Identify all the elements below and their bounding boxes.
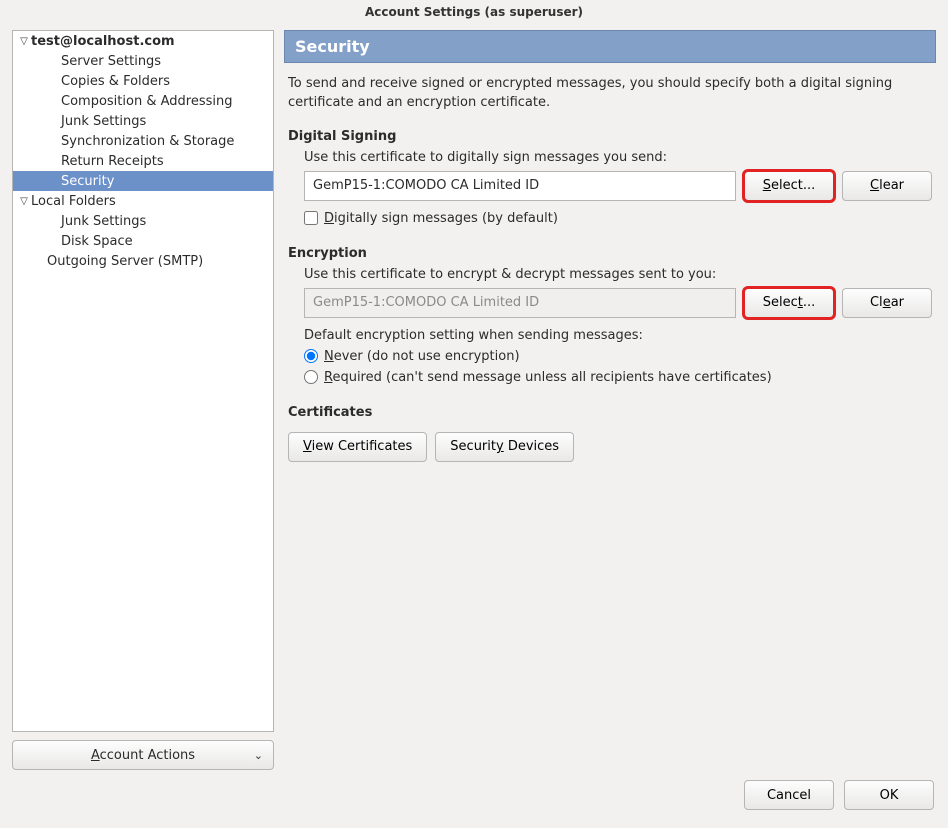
intro-text: To send and receive signed or encrypted … (288, 75, 932, 113)
tree-label: Return Receipts (61, 154, 164, 169)
tree-label: Copies & Folders (61, 74, 170, 89)
tree-label: Outgoing Server (SMTP) (47, 254, 203, 269)
dialog-footer: Cancel OK (0, 774, 948, 828)
tree-row[interactable]: Server Settings (13, 51, 273, 71)
signing-desc: Use this certificate to digitally sign m… (304, 150, 932, 165)
tree-row[interactable]: Junk Settings (13, 211, 273, 231)
encrypt-never-row[interactable]: Never (do not use encryption) (304, 349, 932, 364)
encryption-desc: Use this certificate to encrypt & decryp… (304, 267, 932, 282)
tree-row[interactable]: Outgoing Server (SMTP) (13, 251, 273, 271)
sidebar: ▽test@localhost.comServer SettingsCopies… (12, 30, 274, 770)
tree-row[interactable]: Return Receipts (13, 151, 273, 171)
tree-row[interactable]: ▽test@localhost.com (13, 31, 273, 51)
view-certificates-button[interactable]: View Certificates (288, 432, 427, 462)
tree-row[interactable]: ▽Local Folders (13, 191, 273, 211)
tree-label: test@localhost.com (31, 34, 175, 49)
account-actions-label: Account Actions (91, 748, 195, 763)
sign-default-checkbox-row[interactable]: Digitally sign messages (by default) (304, 211, 932, 226)
tree-row[interactable]: Security (13, 171, 273, 191)
encryption-clear-button[interactable]: Clear (842, 288, 932, 318)
chevron-down-icon: ⌄ (254, 749, 263, 762)
tree-row[interactable]: Synchronization & Storage (13, 131, 273, 151)
tree-label: Local Folders (31, 194, 116, 209)
default-encrypt-line: Default encryption setting when sending … (304, 328, 932, 343)
signing-cert-input[interactable] (304, 171, 736, 201)
encrypt-required-label: Required (can't send message unless all … (324, 370, 772, 385)
certificates-heading: Certificates (288, 405, 932, 420)
tree-label: Junk Settings (61, 214, 146, 229)
signing-clear-button[interactable]: Clear (842, 171, 932, 201)
tree-row[interactable]: Junk Settings (13, 111, 273, 131)
tree-label: Disk Space (61, 234, 133, 249)
tree-row[interactable]: Disk Space (13, 231, 273, 251)
account-tree[interactable]: ▽test@localhost.comServer SettingsCopies… (12, 30, 274, 732)
twisty-icon: ▽ (17, 36, 31, 47)
tree-label: Synchronization & Storage (61, 134, 234, 149)
panel-title: Security (284, 30, 936, 63)
tree-row[interactable]: Copies & Folders (13, 71, 273, 91)
encryption-cert-input[interactable] (304, 288, 736, 318)
sign-default-checkbox[interactable] (304, 211, 318, 225)
encrypt-required-row[interactable]: Required (can't send message unless all … (304, 370, 932, 385)
encrypt-required-radio[interactable] (304, 370, 318, 384)
account-actions-button[interactable]: Account Actions ⌄ (12, 740, 274, 770)
encryption-select-button[interactable]: Select... (744, 288, 834, 318)
cancel-button[interactable]: Cancel (744, 780, 834, 810)
tree-label: Security (61, 174, 114, 189)
ok-button[interactable]: OK (844, 780, 934, 810)
main-panel: Security To send and receive signed or e… (284, 30, 936, 770)
sign-default-label: Digitally sign messages (by default) (324, 211, 558, 226)
encrypt-never-radio[interactable] (304, 349, 318, 363)
encrypt-never-label: Never (do not use encryption) (324, 349, 520, 364)
tree-label: Junk Settings (61, 114, 146, 129)
encryption-heading: Encryption (288, 246, 932, 261)
tree-label: Server Settings (61, 54, 161, 69)
tree-row[interactable]: Composition & Addressing (13, 91, 273, 111)
signing-heading: Digital Signing (288, 129, 932, 144)
signing-select-button[interactable]: Select... (744, 171, 834, 201)
window-title: Account Settings (as superuser) (0, 0, 948, 24)
tree-label: Composition & Addressing (61, 94, 232, 109)
security-devices-button[interactable]: Security Devices (435, 432, 574, 462)
twisty-icon: ▽ (17, 196, 31, 207)
